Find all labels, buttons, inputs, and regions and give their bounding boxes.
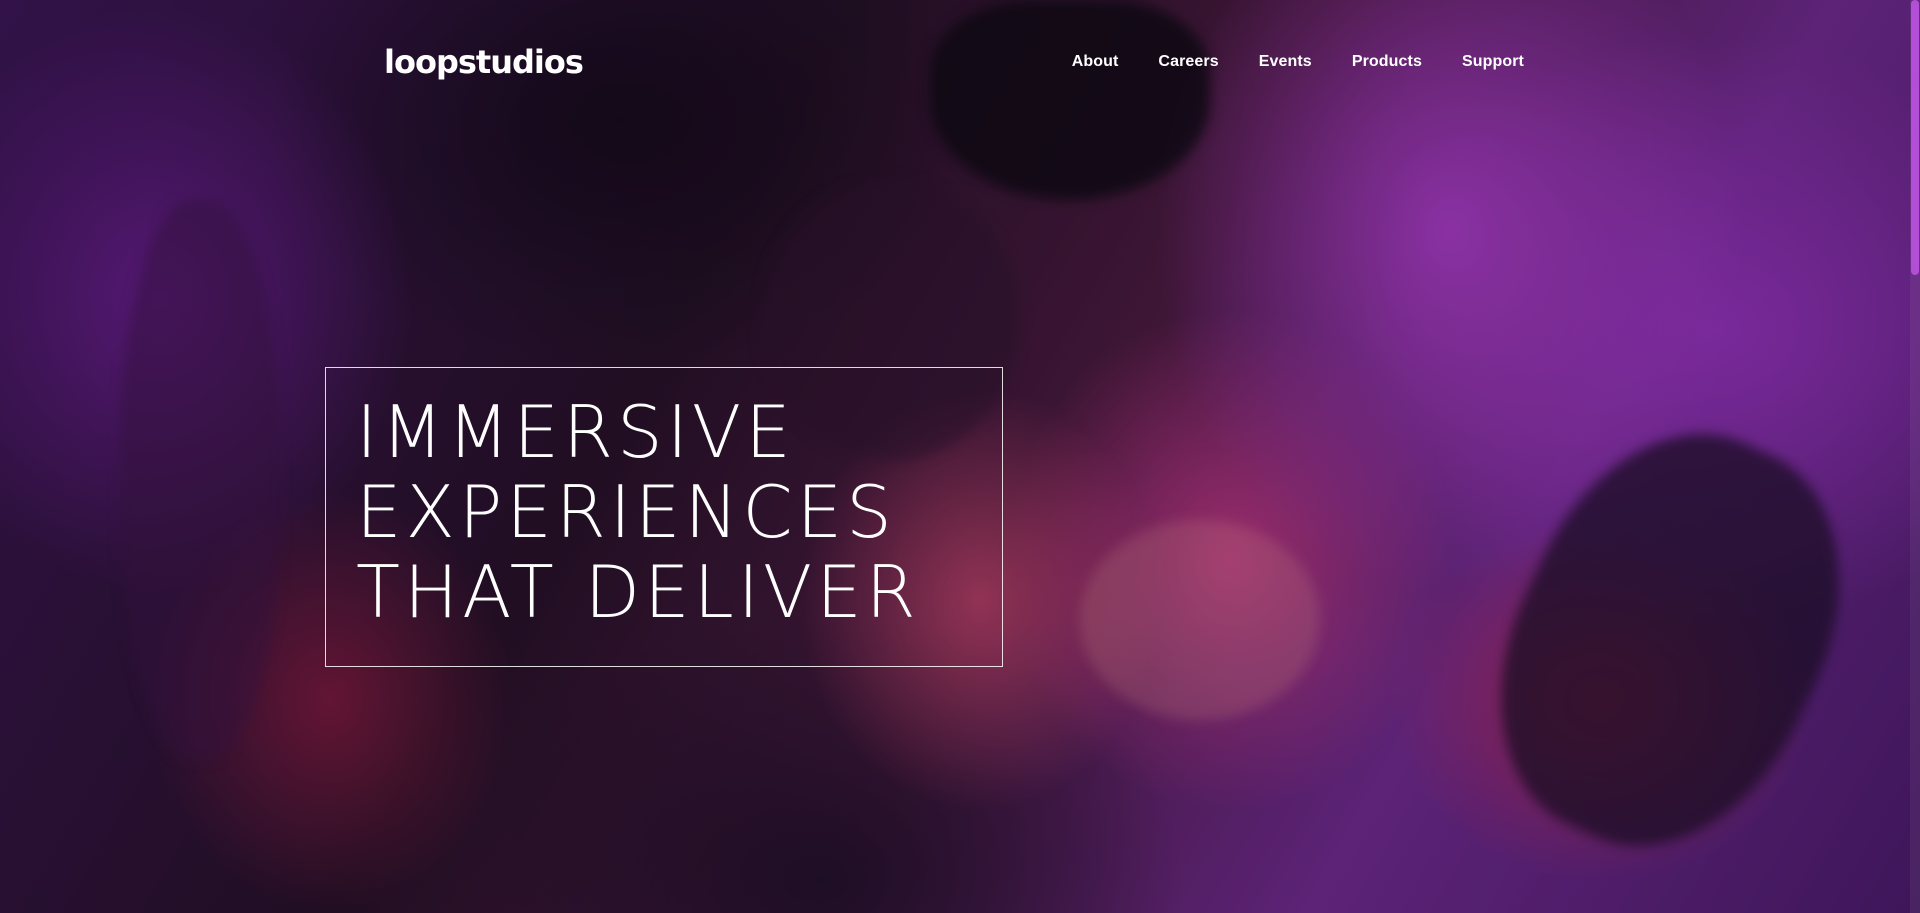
nav-link-products[interactable]: Products <box>1352 53 1422 70</box>
nav-item-support: Support <box>1462 53 1524 71</box>
nav-item-careers: Careers <box>1158 53 1218 71</box>
nav-link-careers[interactable]: Careers <box>1158 53 1218 70</box>
nav-link-events[interactable]: Events <box>1259 53 1312 70</box>
hero-title-line: THAT DELIVER <box>356 550 920 634</box>
hero-title-line: IMMERSIVE <box>356 390 795 474</box>
main-nav: About Careers Events Products Support <box>1072 40 1524 84</box>
nav-item-events: Events <box>1259 53 1312 71</box>
nav-link-support[interactable]: Support <box>1462 53 1524 70</box>
hero-title-box: IMMERSIVE EXPERIENCES THAT DELIVER <box>325 367 1003 667</box>
nav-link-about[interactable]: About <box>1072 53 1119 70</box>
nav-item-products: Products <box>1352 53 1422 71</box>
site-header: loopstudios About Careers Events Product… <box>384 40 1524 84</box>
scrollbar-thumb[interactable] <box>1911 0 1919 275</box>
hero-title-line: EXPERIENCES <box>356 470 896 554</box>
page: loopstudios About Careers Events Product… <box>0 0 1920 913</box>
hero-title: IMMERSIVE EXPERIENCES THAT DELIVER <box>356 392 920 632</box>
logo[interactable]: loopstudios <box>384 40 584 84</box>
page-scrollbar[interactable] <box>1910 0 1920 913</box>
nav-item-about: About <box>1072 53 1119 71</box>
